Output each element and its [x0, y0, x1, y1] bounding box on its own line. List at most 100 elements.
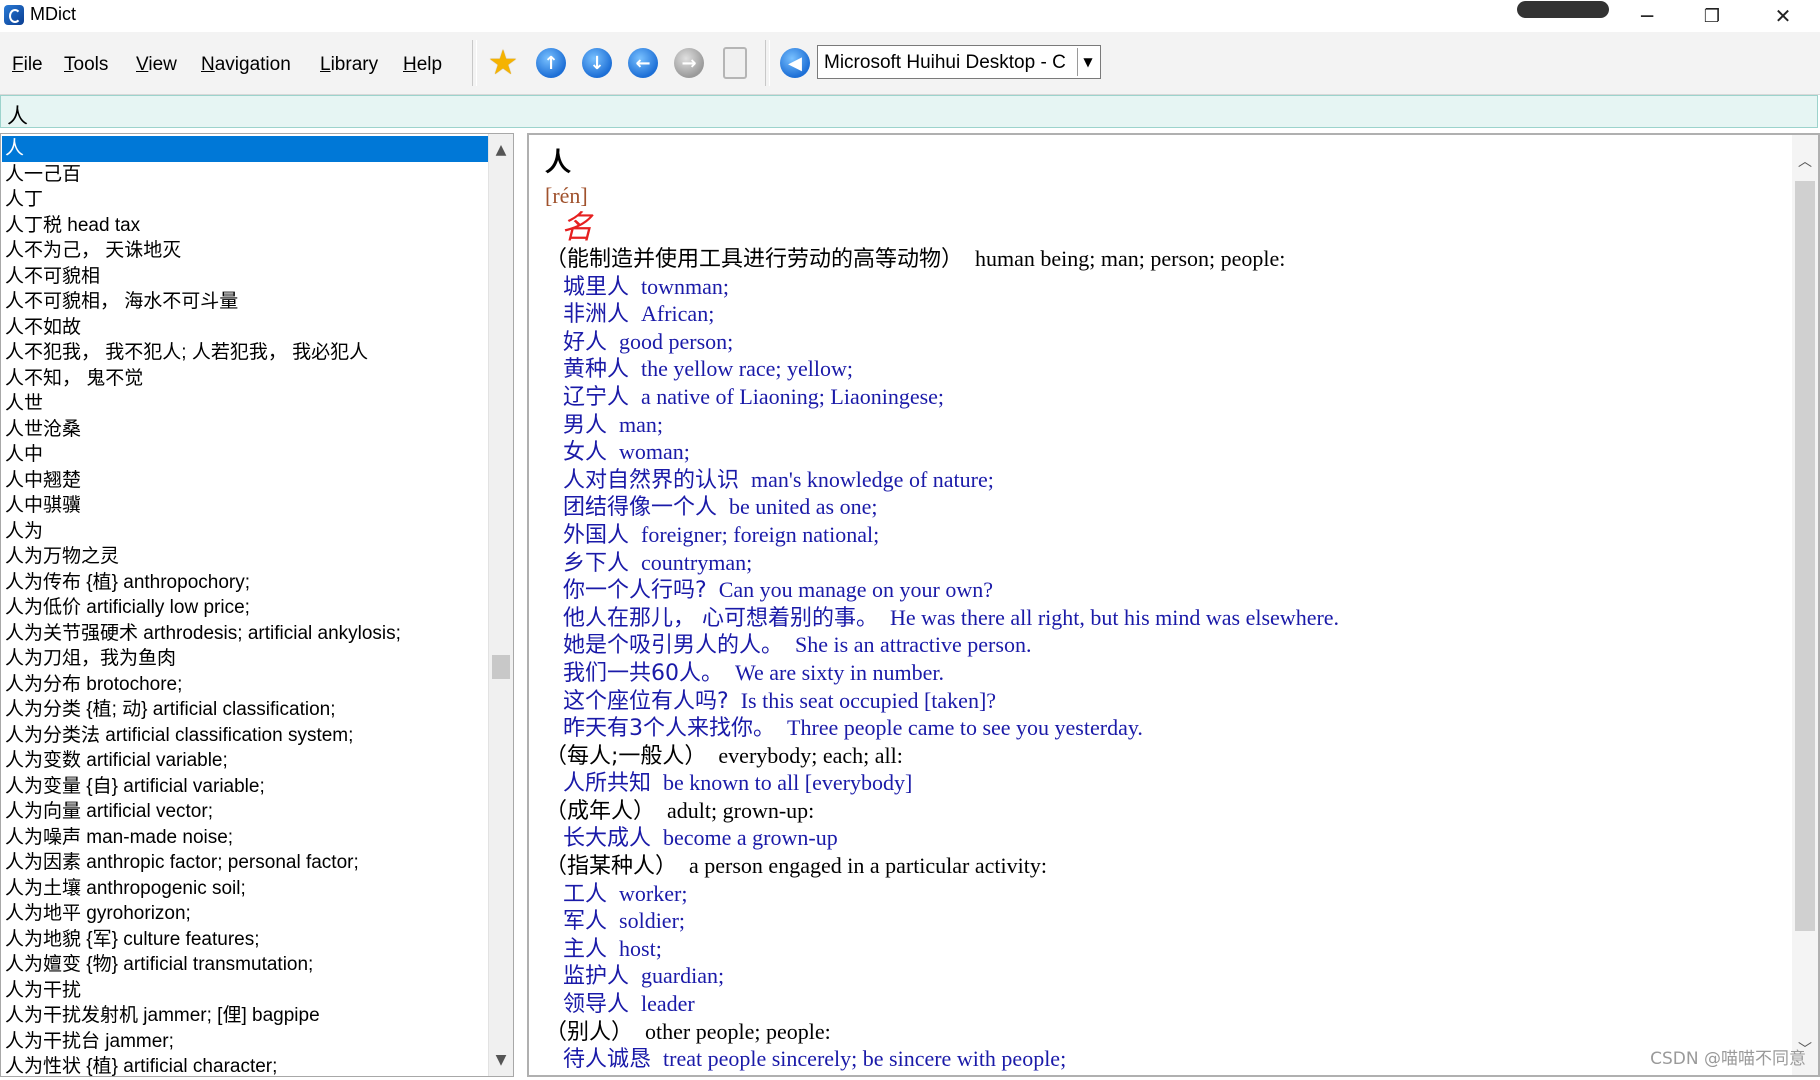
- close-button[interactable]: ✕: [1748, 0, 1818, 32]
- word-list-item[interactable]: 人为分类法 artificial classification system;: [2, 723, 490, 749]
- word-list-item[interactable]: 人为分布 brotochore;: [2, 672, 490, 698]
- word-list-item[interactable]: 人不可貌相， 海水不可斗量: [2, 289, 490, 315]
- word-list-item[interactable]: 人为低价 artificially low price;: [2, 595, 490, 621]
- english-text: Can you manage on your own?: [718, 577, 994, 603]
- chinese-text: 乡下人: [563, 550, 630, 576]
- sense-line: （每人;一般人） everybody; each; all:: [545, 742, 1775, 770]
- english-text: guardian;: [641, 963, 725, 989]
- menu-view[interactable]: View: [136, 54, 177, 76]
- word-list-item[interactable]: 人不可貌相: [2, 264, 490, 290]
- search-input-value: 人: [7, 104, 28, 128]
- english-text: Is this seat occupied [taken]?: [740, 687, 997, 713]
- entry-pane: 人 [rén] 名 （能制造并使用工具进行劳动的高等动物） human being…: [527, 133, 1820, 1077]
- entry-content: 人 [rén] 名 （能制造并使用工具进行劳动的高等动物） human being…: [545, 143, 1775, 1073]
- example-line: 人所共知 be known to all [everybody]: [545, 769, 1775, 797]
- word-list-scrollbar[interactable]: ▲ ▼: [488, 134, 513, 1076]
- menu-library[interactable]: Library: [320, 54, 378, 76]
- word-list-item[interactable]: 人: [2, 136, 490, 162]
- english-text: everybody; each; all:: [718, 742, 903, 768]
- example-line: 他人在那儿， 心可想着别的事。 He was there all right, b…: [545, 604, 1775, 632]
- word-list-item[interactable]: 人为因素 anthropic factor; personal factor;: [2, 850, 490, 876]
- english-text: the yellow race; yellow;: [641, 356, 853, 382]
- chevron-down-icon[interactable]: ▼: [1077, 48, 1098, 76]
- example-line: 昨天有3个人来找你。 Three people came to see you y…: [545, 714, 1775, 742]
- down-arrow-icon[interactable]: ↓: [580, 46, 614, 80]
- favorite-star-icon[interactable]: ★: [486, 46, 520, 80]
- word-list-item[interactable]: 人为干扰: [2, 978, 490, 1004]
- example-line: 工人 worker;: [545, 880, 1775, 908]
- word-list-item[interactable]: 人为变数 artificial variable;: [2, 748, 490, 774]
- chinese-text: 你一个人行吗?: [563, 578, 707, 604]
- word-list-item[interactable]: 人不知， 鬼不觉: [2, 366, 490, 392]
- minimize-button[interactable]: ─: [1612, 0, 1682, 32]
- word-list-item[interactable]: 人中骐骥: [2, 493, 490, 519]
- word-list-item[interactable]: 人为性状 {植} artificial character;: [2, 1054, 490, 1076]
- english-text: other people; people:: [645, 1018, 831, 1044]
- example-line: 辽宁人 a native of Liaoning; Liaoningese;: [545, 383, 1775, 411]
- scrollbar-thumb[interactable]: [1795, 181, 1815, 931]
- chinese-text: （指某种人）: [545, 854, 678, 880]
- entry-scrollbar[interactable]: ︿ ﹀: [1792, 135, 1818, 1075]
- english-text: He was there all right, but his mind was…: [890, 604, 1340, 630]
- word-list-item[interactable]: 人为关节强硬术 arthrodesis; artificial ankylosi…: [2, 621, 490, 647]
- up-arrow-icon[interactable]: ↑: [534, 46, 568, 80]
- chinese-text: 她是个吸引男人的人。: [563, 633, 784, 659]
- english-text: host;: [619, 935, 662, 961]
- back-arrow-icon[interactable]: ←: [626, 46, 660, 80]
- word-list-item[interactable]: 人为地平 gyrohorizon;: [2, 901, 490, 927]
- maximize-button[interactable]: ❐: [1677, 0, 1747, 32]
- menu-help[interactable]: Help: [403, 54, 442, 76]
- example-line: 乡下人 countryman;: [545, 549, 1775, 577]
- word-list-item[interactable]: 人世: [2, 391, 490, 417]
- word-list-item[interactable]: 人为干扰台 jammer;: [2, 1029, 490, 1055]
- english-text: a native of Liaoning; Liaoningese;: [641, 383, 945, 409]
- word-list-item[interactable]: 人为传布 {植} anthropochory;: [2, 570, 490, 596]
- chinese-text: 外国人: [563, 522, 630, 548]
- example-line: 非洲人 African;: [545, 300, 1775, 328]
- scroll-down-icon[interactable]: ▼: [489, 1048, 513, 1072]
- word-list-item[interactable]: 人中: [2, 442, 490, 468]
- dictionary-select[interactable]: Microsoft Huihui Desktop - C ▼: [817, 45, 1101, 79]
- speaker-icon[interactable]: ◀: [778, 46, 812, 80]
- scrollbar-thumb[interactable]: [492, 655, 510, 679]
- word-list-item[interactable]: 人中翘楚: [2, 468, 490, 494]
- chinese-text: 他人在那儿， 心可想着别的事。: [563, 605, 878, 631]
- word-list-item[interactable]: 人为变量 {自} artificial variable;: [2, 774, 490, 800]
- word-list-item[interactable]: 人丁税 head tax: [2, 213, 490, 239]
- word-list-item[interactable]: 人为万物之灵: [2, 544, 490, 570]
- word-list-item[interactable]: 人不如故: [2, 315, 490, 341]
- search-input[interactable]: 人: [0, 95, 1818, 128]
- example-line: 领导人 leader: [545, 990, 1775, 1018]
- entry-definitions: （能制造并使用工具进行劳动的高等动物） human being; man; per…: [545, 245, 1775, 1073]
- word-list-item[interactable]: 人为地貌 {军} culture features;: [2, 927, 490, 953]
- menu-tools[interactable]: Tools: [64, 54, 108, 76]
- word-list-item[interactable]: 人为: [2, 519, 490, 545]
- word-list-item[interactable]: 人不犯我， 我不犯人; 人若犯我， 我必犯人: [2, 340, 490, 366]
- word-list-item[interactable]: 人一己百: [2, 162, 490, 188]
- title-bar-pill: [1517, 1, 1609, 18]
- word-list-item[interactable]: 人为刀俎，我为鱼肉: [2, 646, 490, 672]
- word-list-item[interactable]: 人不为己， 天诛地灭: [2, 238, 490, 264]
- menu-navigation[interactable]: Navigation: [201, 54, 291, 76]
- scroll-up-icon[interactable]: ︿: [1792, 149, 1818, 173]
- word-list-item[interactable]: 人为噪声 man-made noise;: [2, 825, 490, 851]
- chinese-text: 人对自然界的认识: [563, 467, 740, 493]
- word-list-item[interactable]: 人为嬗变 {物} artificial transmutation;: [2, 952, 490, 978]
- english-text: treat people sincerely; be sincere with …: [663, 1046, 1067, 1072]
- scroll-up-icon[interactable]: ▲: [489, 138, 513, 162]
- chinese-text: 待人诚恳: [563, 1047, 652, 1073]
- entry-part-of-speech: 名: [561, 209, 594, 245]
- word-list-item[interactable]: 人为干扰发射机 jammer; [俚] bagpipe: [2, 1003, 490, 1029]
- chinese-text: （能制造并使用工具进行劳动的高等动物）: [545, 247, 964, 272]
- menu-file[interactable]: File: [12, 54, 43, 76]
- word-list-item[interactable]: 人丁: [2, 187, 490, 213]
- clipboard-icon[interactable]: [718, 46, 752, 80]
- toolbar-separator: [765, 40, 770, 86]
- english-text: She is an attractive person.: [795, 632, 1032, 658]
- english-text: woman;: [619, 439, 690, 465]
- word-list-item[interactable]: 人为土壤 anthropogenic soil;: [2, 876, 490, 902]
- word-list-item[interactable]: 人为向量 artificial vector;: [2, 799, 490, 825]
- word-list-item[interactable]: 人世沧桑: [2, 417, 490, 443]
- forward-arrow-icon[interactable]: →: [672, 46, 706, 80]
- word-list-item[interactable]: 人为分类 {植; 动} artificial classification;: [2, 697, 490, 723]
